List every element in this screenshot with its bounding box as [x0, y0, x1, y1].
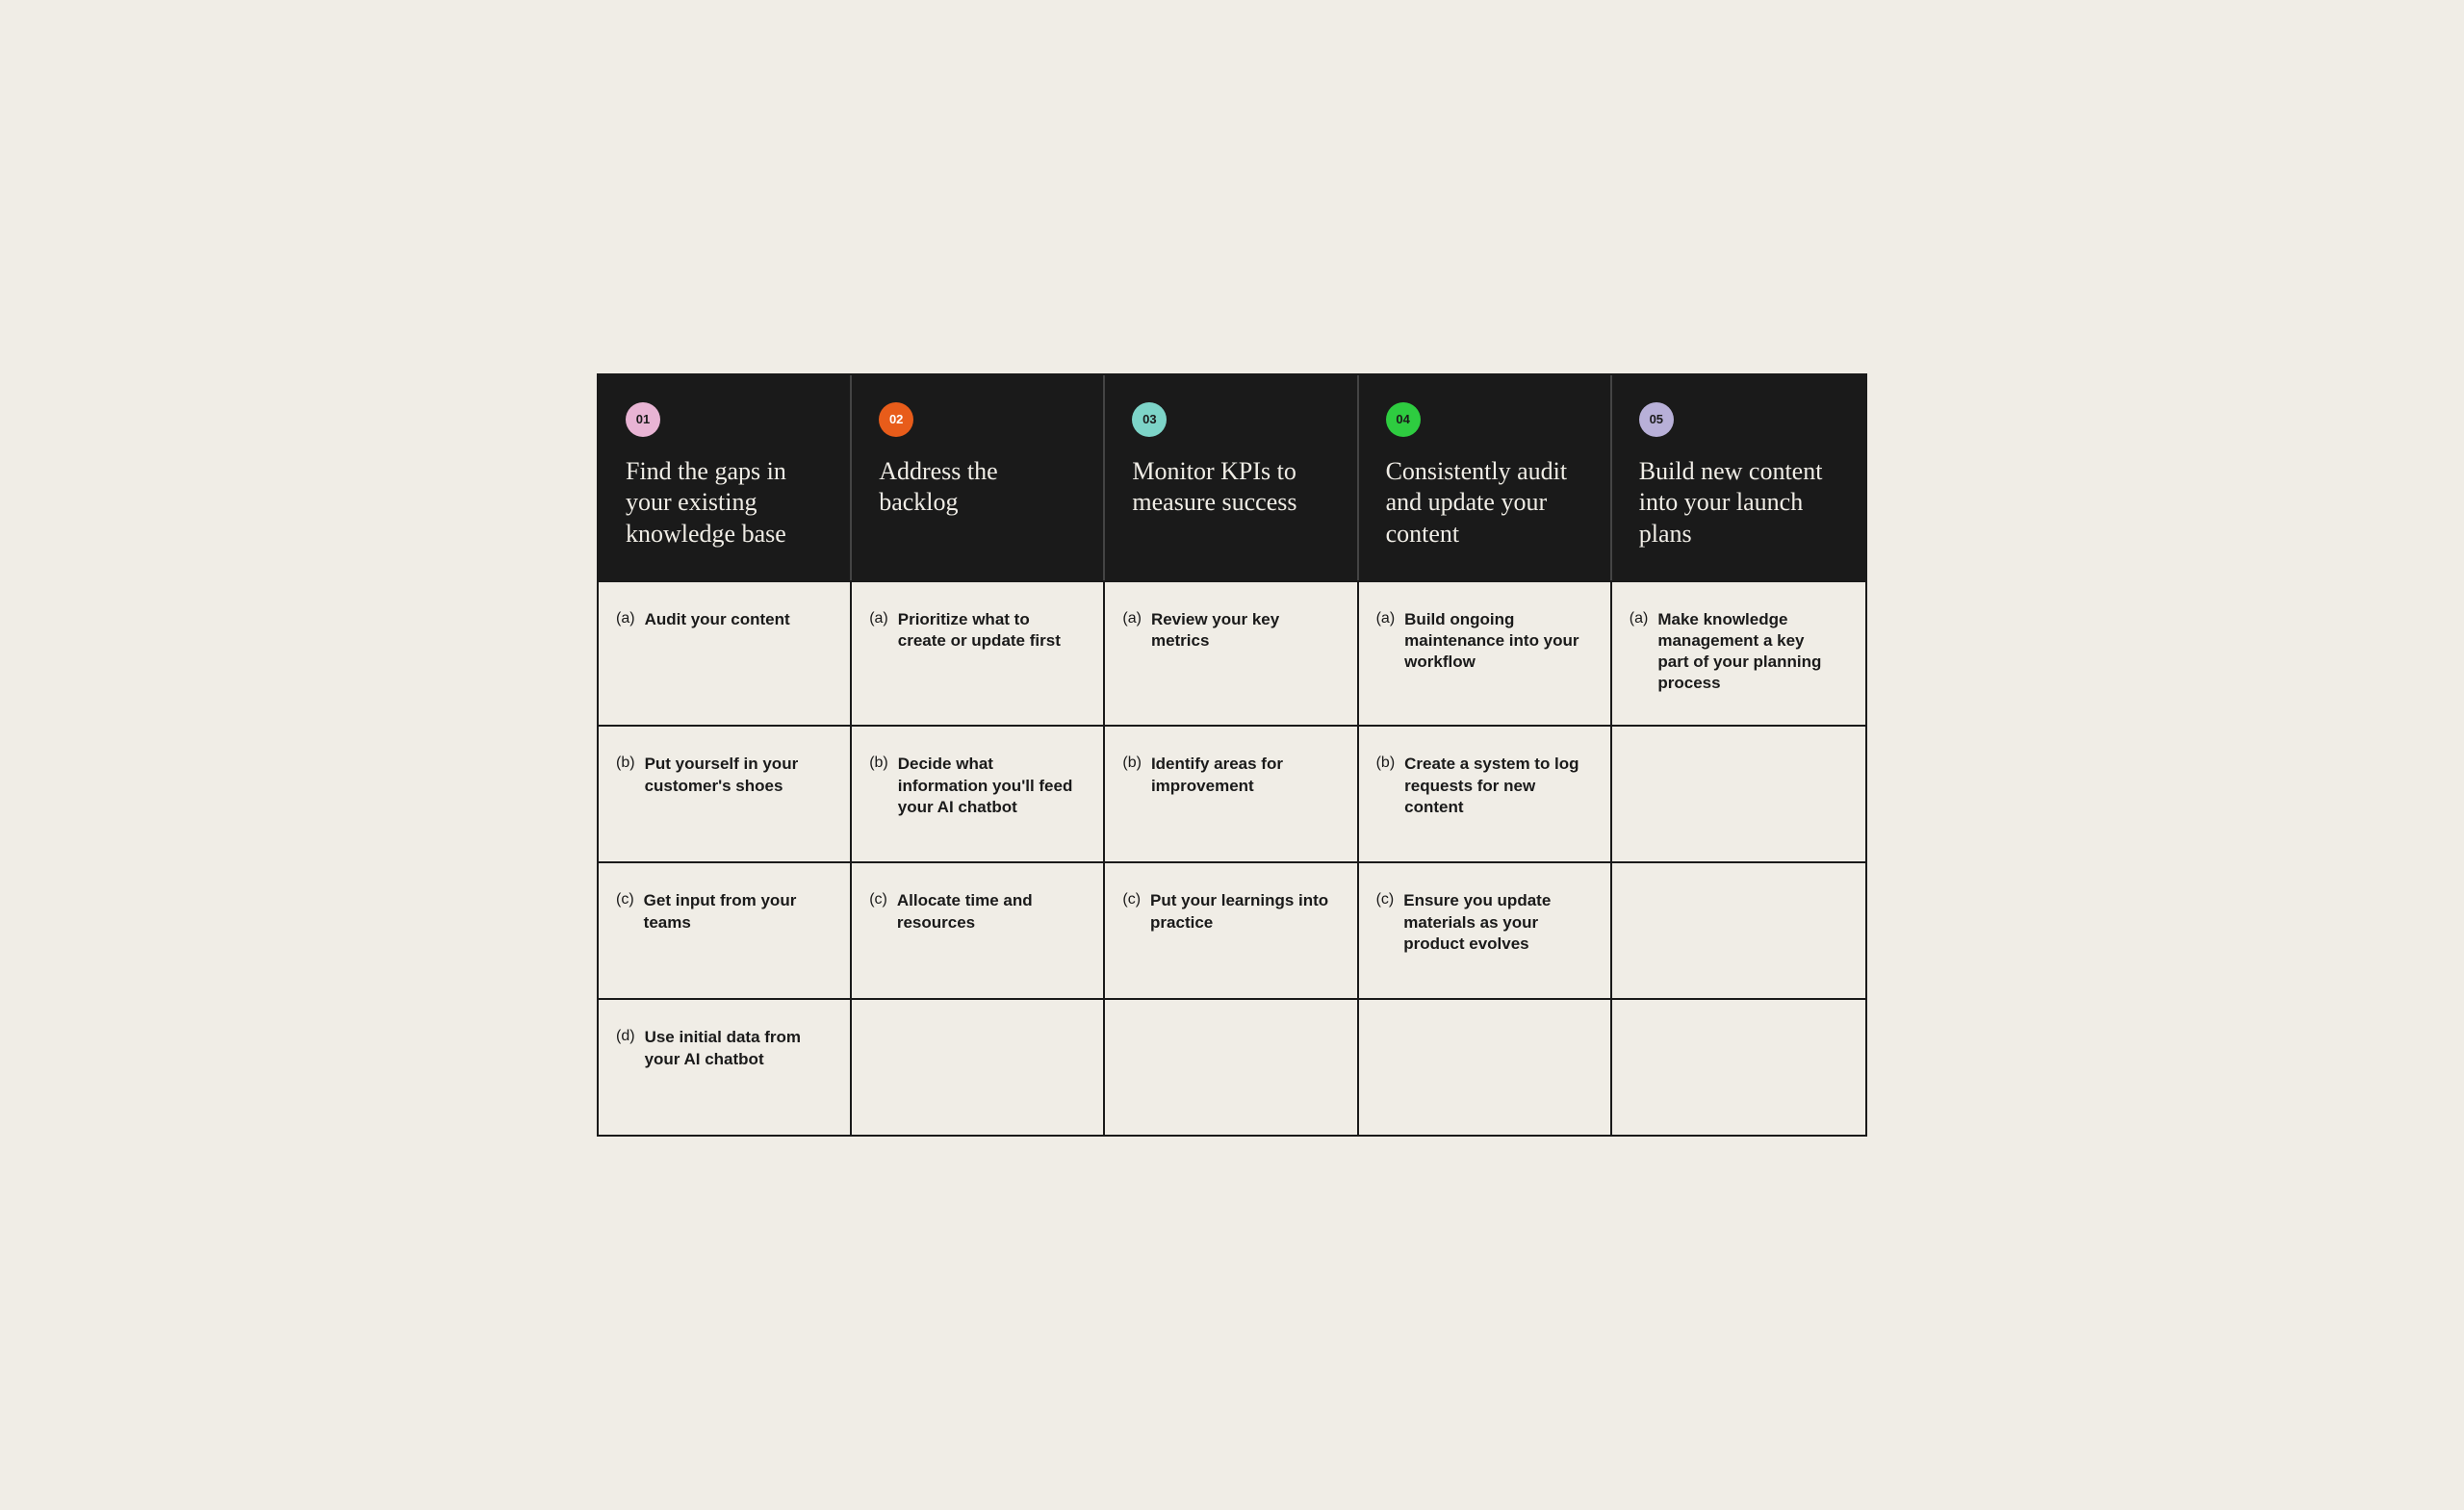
- badge-5: 05: [1639, 402, 1674, 437]
- body-cell-r1-c5: (a) Make knowledge management a key part …: [1612, 582, 1865, 725]
- body-cell-r1-c3: (a) Review your key metrics: [1105, 582, 1358, 725]
- body-cell-r3-c4: (c) Ensure you update materials as your p…: [1359, 863, 1612, 998]
- cell-text-r1-c1: Audit your content: [645, 609, 790, 630]
- body-cell-r1-c4: (a) Build ongoing maintenance into your w…: [1359, 582, 1612, 725]
- cell-text-r1-c4: Build ongoing maintenance into your work…: [1404, 609, 1583, 673]
- cell-label-r2-c2: (b): [869, 754, 888, 772]
- body-cell-inner-r3-c1: (c) Get input from your teams: [616, 890, 823, 933]
- body-cell-inner-r1-c5: (a) Make knowledge management a key part …: [1630, 609, 1838, 694]
- body-cell-r4-c5: [1612, 1000, 1865, 1135]
- badge-4: 04: [1386, 402, 1421, 437]
- body-cell-r3-c5: [1612, 863, 1865, 998]
- cell-label-r4-c1: (d): [616, 1027, 635, 1045]
- badge-3: 03: [1132, 402, 1167, 437]
- header-title-3: Monitor KPIs to measure success: [1132, 456, 1329, 519]
- body-cell-r2-c5: [1612, 727, 1865, 861]
- body-cell-r3-c1: (c) Get input from your teams: [599, 863, 852, 998]
- cell-text-r3-c2: Allocate time and resources: [897, 890, 1077, 933]
- body-cell-r1-c2: (a) Prioritize what to create or update f…: [852, 582, 1105, 725]
- body-cell-r4-c2: [852, 1000, 1105, 1135]
- header-cell-1: 01 Find the gaps in your existing knowled…: [599, 375, 852, 581]
- body-cell-inner-r4-c1: (d) Use initial data from your AI chatbot: [616, 1027, 823, 1069]
- body-cell-r2-c4: (b) Create a system to log requests for n…: [1359, 727, 1612, 861]
- header-cell-3: 03 Monitor KPIs to measure success: [1105, 375, 1358, 581]
- cell-label-r3-c4: (c): [1376, 890, 1395, 909]
- header-title-4: Consistently audit and update your conte…: [1386, 456, 1583, 550]
- body-cell-r2-c3: (b) Identify areas for improvement: [1105, 727, 1358, 861]
- cell-label-r3-c3: (c): [1122, 890, 1141, 909]
- header-title-1: Find the gaps in your existing knowledge…: [626, 456, 823, 550]
- header-row: 01 Find the gaps in your existing knowled…: [599, 375, 1865, 583]
- body-row-2: (b) Put yourself in your customer's shoes…: [599, 727, 1865, 863]
- body-row-4: (d) Use initial data from your AI chatbot: [599, 1000, 1865, 1135]
- cell-label-r2-c4: (b): [1376, 754, 1396, 772]
- body-row-1: (a) Audit your content (a) Prioritize what …: [599, 582, 1865, 727]
- cell-label-r2-c3: (b): [1122, 754, 1142, 772]
- cell-text-r3-c4: Ensure you update materials as your prod…: [1403, 890, 1583, 954]
- header-cell-4: 04 Consistently audit and update your con…: [1359, 375, 1612, 581]
- cell-label-r3-c2: (c): [869, 890, 887, 909]
- cell-text-r1-c2: Prioritize what to create or update firs…: [898, 609, 1077, 652]
- body-cell-inner-r1-c4: (a) Build ongoing maintenance into your w…: [1376, 609, 1583, 673]
- body-cell-inner-r2-c3: (b) Identify areas for improvement: [1122, 754, 1329, 796]
- body-row-3: (c) Get input from your teams (c) Allocate …: [599, 863, 1865, 1000]
- cell-text-r2-c1: Put yourself in your customer's shoes: [645, 754, 824, 796]
- header-cell-2: 02 Address the backlog: [852, 375, 1105, 581]
- header-title-2: Address the backlog: [879, 456, 1076, 519]
- body-cell-r3-c2: (c) Allocate time and resources: [852, 863, 1105, 998]
- body-cell-inner-r1-c2: (a) Prioritize what to create or update f…: [869, 609, 1076, 652]
- body-cell-inner-r1-c1: (a) Audit your content: [616, 609, 790, 630]
- cell-text-r4-c1: Use initial data from your AI chatbot: [645, 1027, 824, 1069]
- body-cell-inner-r3-c2: (c) Allocate time and resources: [869, 890, 1076, 933]
- cell-text-r1-c3: Review your key metrics: [1151, 609, 1330, 652]
- body-cell-r4-c4: [1359, 1000, 1612, 1135]
- cell-label-r3-c1: (c): [616, 890, 634, 909]
- cell-label-r1-c5: (a): [1630, 609, 1649, 627]
- body-cell-inner-r3-c4: (c) Ensure you update materials as your p…: [1376, 890, 1583, 954]
- main-table: 01 Find the gaps in your existing knowled…: [597, 373, 1867, 1138]
- cell-text-r2-c4: Create a system to log requests for new …: [1404, 754, 1583, 817]
- body-cell-r2-c2: (b) Decide what information you'll feed y…: [852, 727, 1105, 861]
- body-cell-inner-r2-c1: (b) Put yourself in your customer's shoes: [616, 754, 823, 796]
- body-cell-inner-r2-c4: (b) Create a system to log requests for n…: [1376, 754, 1583, 817]
- body-cell-r4-c3: [1105, 1000, 1358, 1135]
- body-cell-inner-r3-c3: (c) Put your learnings into practice: [1122, 890, 1329, 933]
- cell-text-r2-c2: Decide what information you'll feed your…: [898, 754, 1077, 817]
- body-cell-r4-c1: (d) Use initial data from your AI chatbot: [599, 1000, 852, 1135]
- body-cell-r3-c3: (c) Put your learnings into practice: [1105, 863, 1358, 998]
- header-title-5: Build new content into your launch plans: [1639, 456, 1838, 550]
- body-cell-inner-r2-c2: (b) Decide what information you'll feed y…: [869, 754, 1076, 817]
- cell-text-r3-c3: Put your learnings into practice: [1150, 890, 1330, 933]
- body-cell-inner-r1-c3: (a) Review your key metrics: [1122, 609, 1329, 652]
- cell-text-r3-c1: Get input from your teams: [644, 890, 824, 933]
- body-cell-r2-c1: (b) Put yourself in your customer's shoes: [599, 727, 852, 861]
- cell-text-r2-c3: Identify areas for improvement: [1151, 754, 1330, 796]
- cell-label-r1-c1: (a): [616, 609, 635, 627]
- badge-2: 02: [879, 402, 913, 437]
- cell-label-r1-c4: (a): [1376, 609, 1396, 627]
- cell-label-r1-c2: (a): [869, 609, 888, 627]
- badge-1: 01: [626, 402, 660, 437]
- cell-label-r2-c1: (b): [616, 754, 635, 772]
- cell-label-r1-c3: (a): [1122, 609, 1142, 627]
- header-cell-5: 05 Build new content into your launch pla…: [1612, 375, 1865, 581]
- body-cell-r1-c1: (a) Audit your content: [599, 582, 852, 725]
- body-rows: (a) Audit your content (a) Prioritize what …: [599, 582, 1865, 1135]
- cell-text-r1-c5: Make knowledge management a key part of …: [1657, 609, 1838, 694]
